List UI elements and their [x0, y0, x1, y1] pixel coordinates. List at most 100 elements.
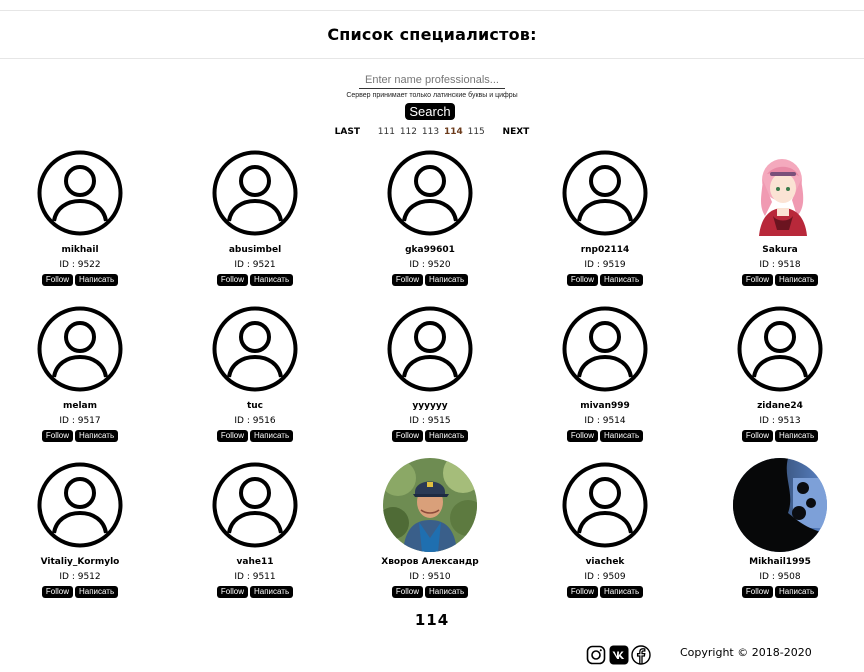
specialist-card: viachek ID : 9509 Follow Написать: [525, 462, 685, 602]
specialist-card: mivan999 ID : 9514 Follow Написать: [525, 306, 685, 446]
specialist-card: Vitaliy_Kormylo ID : 9512 Follow Написать: [0, 462, 160, 602]
follow-button[interactable]: Follow: [216, 430, 248, 442]
follow-button[interactable]: Follow: [566, 586, 598, 598]
pagination-page-link[interactable]: 113: [422, 127, 439, 137]
card-actions: Follow Написать: [525, 586, 685, 598]
follow-button[interactable]: Follow: [391, 586, 423, 598]
copyright-text: Copyright © 2018-2020: [680, 646, 812, 659]
search-input[interactable]: [359, 72, 505, 89]
follow-button[interactable]: Follow: [216, 274, 248, 286]
specialist-id: ID : 9517: [59, 416, 101, 426]
message-button[interactable]: Написать: [774, 586, 819, 598]
specialist-name[interactable]: tuc: [175, 401, 335, 411]
message-button[interactable]: Написать: [249, 430, 294, 442]
pagination-page-link[interactable]: 112: [400, 127, 417, 137]
vk-icon[interactable]: [609, 645, 629, 665]
specialist-name[interactable]: Sakura: [700, 245, 860, 255]
specialist-id: ID : 9518: [759, 260, 801, 270]
instagram-icon[interactable]: [586, 645, 606, 665]
user-avatar-icon[interactable]: [737, 306, 823, 392]
specialist-name[interactable]: melam: [0, 401, 160, 411]
specialist-name[interactable]: Mikhail1995: [700, 557, 860, 567]
facebook-icon[interactable]: [631, 645, 651, 665]
message-button[interactable]: Написать: [774, 430, 819, 442]
specialist-id: ID : 9510: [409, 572, 451, 582]
user-avatar-icon[interactable]: [387, 306, 473, 392]
specialist-card: abusimbel ID : 9521 Follow Написать: [175, 150, 335, 290]
page-title-text: Список специалистов:: [327, 25, 537, 44]
follow-button[interactable]: Follow: [41, 274, 73, 286]
message-button[interactable]: Написать: [74, 274, 119, 286]
specialist-id: ID : 9521: [234, 260, 276, 270]
avatar[interactable]: [733, 146, 827, 240]
specialist-card: Mikhail1995 ID : 9508 Follow Написать: [700, 458, 860, 602]
follow-button[interactable]: Follow: [566, 274, 598, 286]
specialist-card: vahe11 ID : 9511 Follow Написать: [175, 462, 335, 602]
specialist-id: ID : 9509: [584, 572, 626, 582]
search-button[interactable]: Search: [405, 103, 455, 120]
follow-button[interactable]: Follow: [41, 430, 73, 442]
specialist-name[interactable]: Vitaliy_Kormylo: [0, 557, 160, 567]
specialist-id: ID : 9515: [409, 416, 451, 426]
message-button[interactable]: Написать: [599, 586, 644, 598]
specialist-name[interactable]: mivan999: [525, 401, 685, 411]
message-button[interactable]: Написать: [249, 586, 294, 598]
specialist-name[interactable]: rnp02114: [525, 245, 685, 255]
specialist-name[interactable]: vahe11: [175, 557, 335, 567]
card-actions: Follow Написать: [0, 274, 160, 286]
follow-button[interactable]: Follow: [391, 274, 423, 286]
user-avatar-icon[interactable]: [37, 306, 123, 392]
follow-button[interactable]: Follow: [741, 430, 773, 442]
message-button[interactable]: Написать: [424, 586, 469, 598]
page-title: Список специалистов:: [0, 11, 864, 59]
user-avatar-icon[interactable]: [562, 306, 648, 392]
specialist-id: ID : 9519: [584, 260, 626, 270]
specialist-id: ID : 9511: [234, 572, 276, 582]
pagination-page-link[interactable]: 115: [468, 127, 485, 137]
avatar[interactable]: [733, 458, 827, 552]
user-avatar-icon[interactable]: [37, 150, 123, 236]
specialist-name[interactable]: mikhail: [0, 245, 160, 255]
message-button[interactable]: Написать: [424, 274, 469, 286]
message-button[interactable]: Написать: [599, 274, 644, 286]
specialist-name[interactable]: viachek: [525, 557, 685, 567]
follow-button[interactable]: Follow: [741, 586, 773, 598]
specialist-name[interactable]: abusimbel: [175, 245, 335, 255]
specialist-name[interactable]: gka99601: [350, 245, 510, 255]
message-button[interactable]: Написать: [249, 274, 294, 286]
current-page-number: 114: [414, 611, 450, 629]
follow-button[interactable]: Follow: [566, 430, 598, 442]
user-avatar-icon[interactable]: [562, 462, 648, 548]
card-actions: Follow Написать: [700, 586, 860, 598]
avatar[interactable]: [383, 458, 477, 552]
follow-button[interactable]: Follow: [391, 430, 423, 442]
message-button[interactable]: Написать: [774, 274, 819, 286]
user-avatar-icon[interactable]: [212, 306, 298, 392]
specialist-card: zidane24 ID : 9513 Follow Написать: [700, 306, 860, 446]
specialist-card: rnp02114 ID : 9519 Follow Написать: [525, 150, 685, 290]
user-avatar-icon[interactable]: [212, 462, 298, 548]
message-button[interactable]: Написать: [74, 430, 119, 442]
message-button[interactable]: Написать: [599, 430, 644, 442]
message-button[interactable]: Написать: [74, 586, 119, 598]
follow-button[interactable]: Follow: [216, 586, 248, 598]
specialist-name[interactable]: zidane24: [700, 401, 860, 411]
user-avatar-icon[interactable]: [562, 150, 648, 236]
follow-button[interactable]: Follow: [741, 274, 773, 286]
message-button[interactable]: Написать: [424, 430, 469, 442]
specialist-name[interactable]: Хворов Александр: [350, 557, 510, 567]
pagination-last-link[interactable]: LAST: [335, 127, 360, 137]
specialist-id: ID : 9520: [409, 260, 451, 270]
pagination-current-page[interactable]: 114: [444, 127, 463, 137]
specialist-name[interactable]: yyyyyy: [350, 401, 510, 411]
pagination-page-link[interactable]: 111: [378, 127, 395, 137]
specialist-card: melam ID : 9517 Follow Написать: [0, 306, 160, 446]
card-actions: Follow Написать: [0, 586, 160, 598]
user-avatar-icon[interactable]: [212, 150, 298, 236]
specialist-card: mikhail ID : 9522 Follow Написать: [0, 150, 160, 290]
follow-button[interactable]: Follow: [41, 586, 73, 598]
user-avatar-icon[interactable]: [387, 150, 473, 236]
user-avatar-icon[interactable]: [37, 462, 123, 548]
pagination-next-link[interactable]: NEXT: [503, 127, 530, 137]
specialist-id: ID : 9508: [759, 572, 801, 582]
